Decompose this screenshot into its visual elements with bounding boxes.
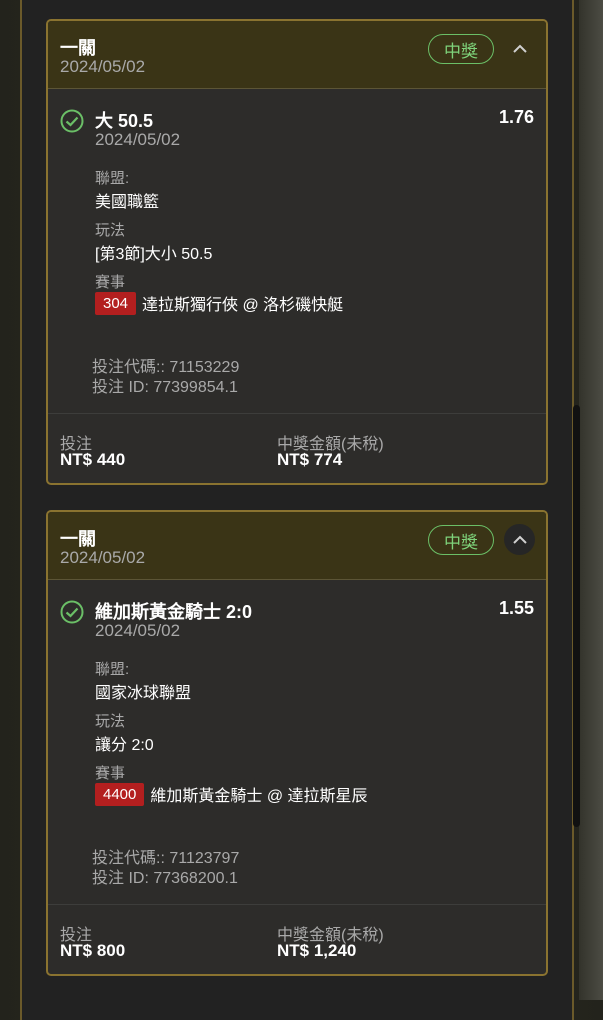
bet-footer: 投注 NT$ 440 中獎金額(未稅) NT$ 774 <box>48 414 546 483</box>
bet-id: 投注 ID: 77368200.1 <box>92 870 238 887</box>
chevron-up-icon <box>512 535 527 544</box>
collapse-button[interactable] <box>504 33 535 64</box>
market-value: 讓分 2:0 <box>95 737 154 754</box>
stake-value: NT$ 440 <box>60 450 126 469</box>
bet-card: 一關 2024/05/02 中獎 大 50.5 1.76 2024/05/02 … <box>46 19 548 485</box>
payout-value: NT$ 774 <box>277 450 343 469</box>
collapse-button[interactable] <box>504 524 535 555</box>
check-circle-icon <box>60 600 84 624</box>
bet-date: 2024/05/02 <box>60 57 146 76</box>
odds-value: 1.55 <box>498 598 534 618</box>
bet-date: 2024/05/02 <box>60 548 146 567</box>
bet-detail: 維加斯黃金騎士 2:0 1.55 2024/05/02 聯盟: 國家冰球聯盟 玩… <box>48 580 546 905</box>
selection-date: 2024/05/02 <box>95 621 181 640</box>
league-label: 聯盟: <box>95 170 130 187</box>
scrollbar-track[interactable] <box>579 0 603 1000</box>
event-code-badge: 4400 <box>95 782 145 806</box>
payout-value: NT$ 1,240 <box>277 941 357 960</box>
market-label: 玩法 <box>95 713 126 730</box>
event-label: 賽事 <box>95 274 126 291</box>
bet-detail: 大 50.5 1.76 2024/05/02 聯盟: 美國職籃 玩法 [第3節]… <box>48 89 546 414</box>
event-row: 4400 維加斯黃金騎士 @ 達拉斯星辰 <box>95 782 368 806</box>
league-value: 美國職籃 <box>95 194 160 211</box>
chevron-up-icon <box>512 44 527 53</box>
check-circle-icon <box>60 109 84 133</box>
league-value: 國家冰球聯盟 <box>95 685 192 702</box>
stake-value: NT$ 800 <box>60 941 126 960</box>
odds-value: 1.76 <box>498 107 534 127</box>
status-badge: 中獎 <box>428 525 494 555</box>
event-code-badge: 304 <box>95 291 137 315</box>
event-label: 賽事 <box>95 765 126 782</box>
event-name: 達拉斯獨行俠 @ 洛杉磯快艇 <box>142 297 344 314</box>
bet-id: 投注 ID: 77399854.1 <box>92 379 238 396</box>
scrollbar-thumb[interactable] <box>573 405 580 827</box>
bet-card-header[interactable]: 一關 2024/05/02 中獎 <box>48 21 546 89</box>
status-badge: 中獎 <box>428 34 494 64</box>
bet-card: 一關 2024/05/02 中獎 維加斯黃金騎士 2:0 1.55 2024/0… <box>46 510 548 976</box>
selection-date: 2024/05/02 <box>95 130 181 149</box>
league-label: 聯盟: <box>95 661 130 678</box>
event-name: 維加斯黃金騎士 @ 達拉斯星辰 <box>150 788 368 805</box>
bet-footer: 投注 NT$ 800 中獎金額(未稅) NT$ 1,240 <box>48 905 546 974</box>
market-value: [第3節]大小 50.5 <box>95 246 213 263</box>
market-label: 玩法 <box>95 222 126 239</box>
event-row: 304 達拉斯獨行俠 @ 洛杉磯快艇 <box>95 291 343 315</box>
bet-card-header[interactable]: 一關 2024/05/02 中獎 <box>48 512 546 580</box>
